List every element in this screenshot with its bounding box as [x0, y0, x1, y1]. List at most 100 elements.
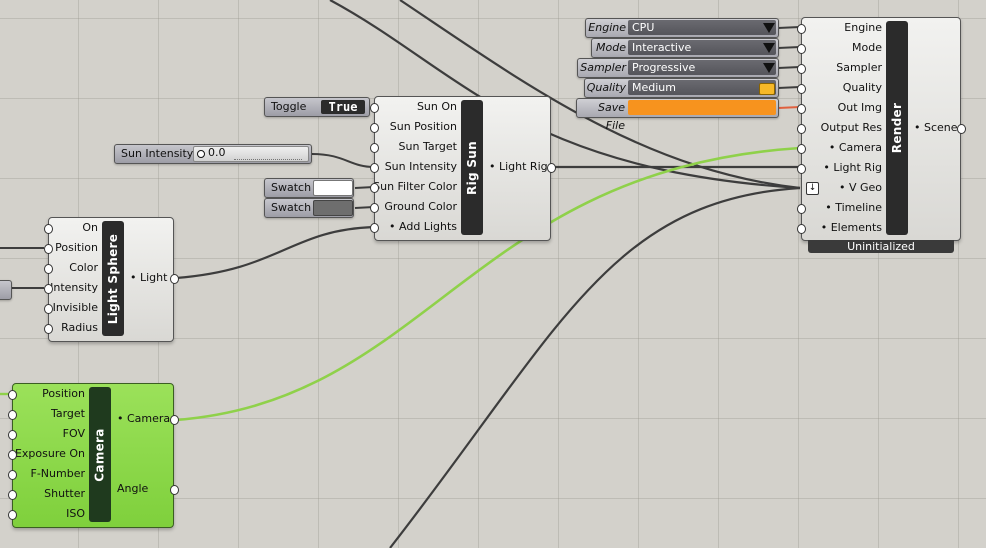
input-port[interactable] [44, 244, 53, 254]
toggle-value[interactable]: True [321, 100, 365, 114]
output-light-rig: • Light Rig [489, 160, 548, 173]
input-port[interactable] [797, 124, 806, 134]
input-port[interactable] [44, 284, 53, 294]
input-port[interactable] [370, 223, 379, 233]
camera-title: Camera [89, 387, 111, 522]
input-sun-intensity: Sun Intensity [384, 160, 457, 173]
input-position: Position [55, 241, 98, 254]
output-port[interactable] [170, 415, 179, 425]
output-port[interactable] [547, 163, 556, 173]
input-sun-position: Sun Position [389, 120, 457, 133]
input-port[interactable] [44, 324, 53, 334]
output-light: • Light [130, 271, 168, 284]
flatten-icon[interactable]: ↓ [806, 182, 819, 195]
slider-track[interactable]: 0.0 [193, 146, 309, 162]
input-light-rig: • Light Rig [823, 161, 882, 174]
input-port[interactable] [370, 183, 379, 193]
input-port[interactable] [797, 44, 806, 54]
input-port[interactable] [370, 103, 379, 113]
input-out-img: Out Img [837, 101, 882, 114]
input-port[interactable] [797, 224, 806, 234]
chevron-down-icon[interactable] [763, 63, 775, 73]
input-port[interactable] [8, 470, 17, 480]
engine-value-list[interactable]: Engine CPU [585, 18, 779, 38]
input-port[interactable] [797, 204, 806, 214]
input-port[interactable] [44, 224, 53, 234]
slider-label: Sun Intensity [121, 147, 194, 160]
input-quality: Quality [842, 81, 882, 94]
value-list-value[interactable]: Medium [628, 80, 776, 95]
input-on: On [82, 221, 98, 234]
swatch-color-white[interactable] [313, 180, 353, 196]
input-intensity: Intensity [50, 281, 98, 294]
swatch-label: Swatch [271, 181, 312, 194]
input-port[interactable] [8, 430, 17, 440]
output-port[interactable] [957, 124, 966, 134]
input-exposure-on: Exposure On [14, 447, 85, 460]
light-sphere-title: Light Sphere [102, 221, 124, 336]
slider-knob[interactable] [197, 150, 205, 158]
chevron-down-icon[interactable] [763, 23, 775, 33]
input-port[interactable] [8, 510, 17, 520]
input-port[interactable] [797, 84, 806, 94]
input-port[interactable] [370, 203, 379, 213]
input-sun-target: Sun Target [398, 140, 457, 153]
value-list-name: Mode [596, 41, 626, 54]
swatch-label: Swatch [271, 201, 312, 214]
swatch-color-gray[interactable] [313, 200, 353, 216]
slider-value: 0.0 [208, 146, 226, 159]
swatch-component[interactable]: Swatch [264, 198, 354, 218]
slider-ticks [234, 156, 302, 160]
input-invisible: Invisible [52, 301, 98, 314]
input-port[interactable] [797, 104, 806, 114]
value-list-name: Sampler [580, 61, 626, 74]
input-sun-filter-color: Sun Filter Color [373, 180, 457, 193]
save-file-component[interactable]: Save File [576, 98, 779, 132]
input-port[interactable] [8, 410, 17, 420]
input-v-geo: • V Geo [838, 181, 882, 194]
input-ground-color: Ground Color [384, 200, 457, 213]
input-port[interactable] [8, 390, 17, 400]
input-port[interactable] [44, 264, 53, 274]
swatch-component[interactable]: Swatch [264, 178, 354, 198]
value-list-value[interactable]: Progressive [628, 60, 776, 75]
sampler-value-list[interactable]: Sampler Progressive [577, 58, 779, 78]
value-list-name: Save File [597, 101, 625, 132]
input-shutter: Shutter [44, 487, 85, 500]
toggle-component[interactable]: Toggle True [264, 97, 370, 117]
mode-value-list[interactable]: Mode Interactive [591, 38, 779, 58]
input-port[interactable] [797, 144, 806, 154]
sun-intensity-slider[interactable]: Sun Intensity 0.0 [114, 144, 312, 164]
input-port[interactable] [8, 490, 17, 500]
input-port[interactable] [8, 450, 17, 460]
camera-component[interactable]: Position Target FOV Exposure On F-Number… [8, 383, 179, 528]
rig-sun-component[interactable]: Sun On Sun Position Sun Target Sun Inten… [370, 96, 556, 241]
input-port[interactable] [797, 64, 806, 74]
input-f-number: F-Number [30, 467, 85, 480]
input-port[interactable] [370, 163, 379, 173]
output-port[interactable] [170, 274, 179, 284]
input-port[interactable] [370, 123, 379, 133]
input-port[interactable] [44, 304, 53, 314]
input-output-res: Output Res [820, 121, 882, 134]
chevron-down-icon[interactable] [763, 43, 775, 53]
value-list-value[interactable]: CPU [628, 20, 776, 35]
input-elements: • Elements [820, 221, 882, 234]
input-port[interactable] [370, 143, 379, 153]
toggle-label: Toggle [271, 100, 307, 113]
output-angle: Angle [117, 482, 149, 495]
output-camera: • Camera [117, 412, 171, 425]
output-port[interactable] [170, 485, 179, 495]
input-fov: FOV [62, 427, 85, 440]
input-slider-stub[interactable] [0, 280, 12, 300]
render-component[interactable]: Engine Mode Sampler Quality Out Img Outp… [797, 17, 966, 241]
quality-value-list[interactable]: Quality Medium [584, 78, 779, 98]
light-sphere-component[interactable]: On Position Color Intensity Invisible Ra… [44, 217, 179, 342]
input-port[interactable] [797, 164, 806, 174]
input-port[interactable] [797, 24, 806, 34]
save-file-value[interactable] [628, 100, 776, 115]
value-list-value[interactable]: Interactive [628, 40, 776, 55]
render-title: Render [886, 21, 908, 235]
input-mode: Mode [852, 41, 882, 54]
input-camera: • Camera [828, 141, 882, 154]
